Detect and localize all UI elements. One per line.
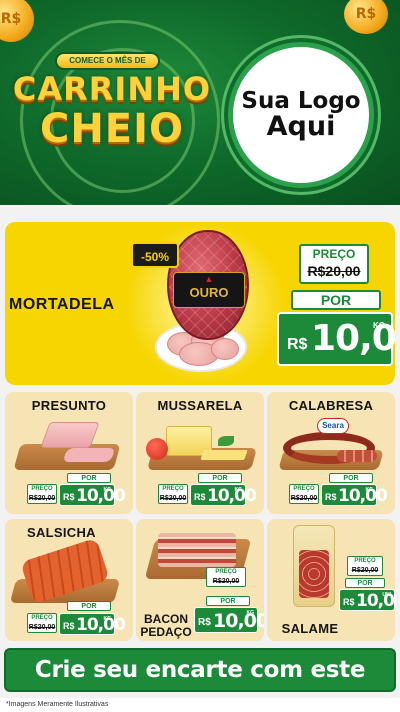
mortadela-brand: OURO xyxy=(189,285,229,300)
currency: R$ xyxy=(194,492,206,502)
currency: R$ xyxy=(63,492,75,502)
price-unit: KG xyxy=(234,487,243,493)
flyer-page: R$ R$ COMECE O MÊS DE CARRINHO CHEIO Sua… xyxy=(0,0,400,712)
mortadela-image: ▲ OURO xyxy=(167,230,249,340)
brand-logo: Seara xyxy=(317,418,349,434)
old-price-value: R$20,00 xyxy=(290,495,318,502)
product-card-calabresa[interactable]: CALABRESA Seara PREÇO R$20,00 POR R$ 10,… xyxy=(267,392,395,514)
product-price: R$ 10,00 KG xyxy=(59,484,126,506)
coin-label: R$ xyxy=(0,11,22,27)
old-price-value: R$20,00 xyxy=(28,495,56,502)
price-unit: KG xyxy=(103,616,112,622)
old-price-value: R$20,00 xyxy=(28,624,56,631)
ham-image xyxy=(40,422,100,448)
salame-slices xyxy=(299,550,329,598)
old-price-label: PREÇO xyxy=(312,247,356,261)
price-unit: KG xyxy=(103,487,112,493)
price-value: 10,00 xyxy=(207,486,257,506)
por-label: POR xyxy=(67,601,111,611)
featured-product-name: MORTADELA xyxy=(9,296,115,313)
bacon-image xyxy=(158,533,236,567)
coin-icon-left: R$ xyxy=(0,0,34,42)
por-label: POR xyxy=(345,578,385,588)
salame-package-image xyxy=(293,525,335,607)
price-unit: KG xyxy=(373,321,385,330)
old-price: PREÇO R$20,00 xyxy=(347,556,383,576)
brand-name: Seara xyxy=(322,421,344,430)
old-price-label: PREÇO xyxy=(354,558,376,564)
currency: R$ xyxy=(63,621,75,631)
featured-price: R$ 10,00 KG xyxy=(277,312,395,366)
disclaimer-text: *Imagens Meramente Ilustrativas xyxy=(0,698,400,712)
product-price: R$ 10,00 KG xyxy=(194,607,264,633)
currency: R$ xyxy=(325,492,337,502)
currency: R$ xyxy=(287,336,308,353)
old-price: PREÇO R$20,00 xyxy=(158,484,188,504)
currency: R$ xyxy=(198,617,211,628)
cheese-slices xyxy=(200,450,248,460)
old-price-label: PREÇO xyxy=(31,486,53,492)
old-price: PREÇO R$20,00 xyxy=(27,484,57,504)
product-name: SALAME xyxy=(281,621,339,636)
mortadela-label: ▲ OURO xyxy=(173,272,245,308)
title-cheio: CHEIO xyxy=(39,106,185,152)
old-price: PREÇO R$20,00 xyxy=(206,567,246,587)
price-value: 10,00 xyxy=(76,615,126,635)
product-name-line2: PEDAÇO xyxy=(140,625,192,639)
product-price: R$ 10,00 UNI xyxy=(339,589,395,611)
header-badge: COMECE O MÊS DE xyxy=(55,52,160,70)
product-card-salsicha[interactable]: SALSICHA PREÇO R$20,00 POR R$ 10,00 KG xyxy=(5,519,133,641)
slice xyxy=(211,338,239,360)
tomato-icon xyxy=(146,438,168,460)
currency: R$ xyxy=(343,597,355,607)
coin-label: R$ xyxy=(355,6,377,22)
old-price-value: R$20,00 xyxy=(212,578,240,585)
logo-placeholder[interactable]: Sua Logo Aqui xyxy=(228,42,374,188)
product-name: MUSSARELA xyxy=(157,398,243,413)
product-price: R$ 10,00 KG xyxy=(190,484,257,506)
old-price: PREÇO R$20,00 xyxy=(27,613,57,633)
coin-icon-right: R$ xyxy=(344,0,388,34)
header: R$ R$ COMECE O MÊS DE CARRINHO CHEIO Sua… xyxy=(0,0,400,205)
product-card-bacon[interactable]: PREÇO R$20,00 POR R$ 10,00 KG BACON PEDA… xyxy=(136,519,264,641)
product-card-salame[interactable]: PREÇO R$20,00 POR R$ 10,00 UNI SALAME xyxy=(267,519,395,641)
product-name: PRESUNTO xyxy=(31,398,107,413)
old-price-value: R$20,00 xyxy=(159,495,187,502)
ham-slices xyxy=(62,448,116,462)
featured-old-price: PREÇO R$20,00 xyxy=(299,244,369,284)
old-price-label: PREÇO xyxy=(293,486,315,492)
featured-por-label: POR xyxy=(291,290,381,310)
product-card-mussarela[interactable]: MUSSARELA PREÇO R$20,00 POR R$ 10,00 KG xyxy=(136,392,264,514)
old-price: PREÇO R$20,00 xyxy=(289,484,319,504)
product-name: SALSICHA xyxy=(27,525,96,540)
price-unit: UNI xyxy=(382,592,391,598)
price-unit: KG xyxy=(365,487,374,493)
product-price: R$ 10,00 KG xyxy=(321,484,388,506)
product-name: CALABRESA xyxy=(288,398,374,413)
cta-banner[interactable]: Crie seu encarte com este tema! xyxy=(4,648,396,712)
old-price-value: R$20,00 xyxy=(307,263,361,279)
price-value: 10,00 xyxy=(76,486,126,506)
price-value: 10,00 xyxy=(213,610,264,632)
price-unit: KG xyxy=(246,610,255,616)
sausage-slices xyxy=(337,450,377,462)
basil-icon xyxy=(218,436,234,446)
old-price-label: PREÇO xyxy=(31,615,53,621)
logo-line1: Sua Logo xyxy=(241,87,361,114)
old-price-label: PREÇO xyxy=(215,569,237,575)
product-card-presunto[interactable]: PRESUNTO PREÇO R$20,00 POR R$ 10,00 KG xyxy=(5,392,133,514)
product-price: R$ 10,00 KG xyxy=(59,613,126,635)
por-label: POR xyxy=(206,596,250,606)
old-price-value: R$20,00 xyxy=(351,567,379,574)
featured-product-card[interactable]: MORTADELA ▲ OURO -50% PREÇO R$20,00 POR … xyxy=(5,222,395,385)
logo-line2: Aqui xyxy=(266,110,336,142)
por-label: POR xyxy=(198,473,242,483)
title-carrinho: CARRINHO xyxy=(12,70,212,108)
por-label: POR xyxy=(329,473,373,483)
price-value: 10,00 xyxy=(338,486,388,506)
old-price-label: PREÇO xyxy=(162,486,184,492)
product-name: BACON PEDAÇO xyxy=(140,613,192,639)
discount-badge: -50% xyxy=(131,242,179,268)
por-label: POR xyxy=(67,473,111,483)
